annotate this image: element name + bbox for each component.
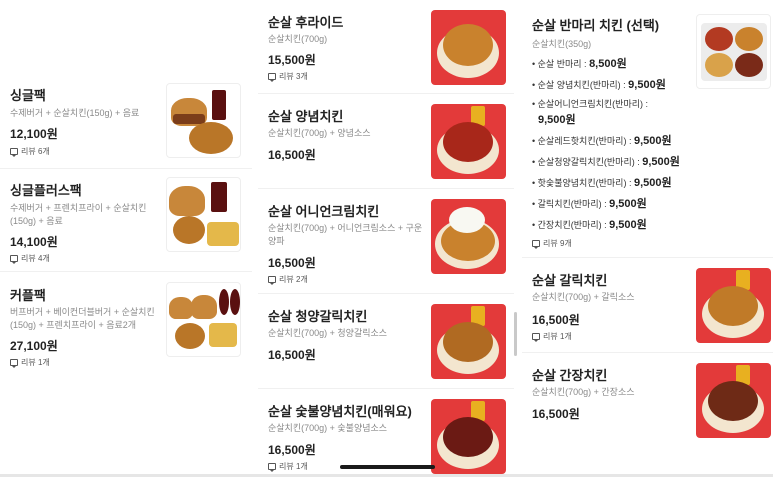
menu-item-price: 16,500원 [268,443,316,457]
menu-item-price: 12,100원 [10,127,58,141]
menu-item-desc: 순살치킨(700g) + 숯불양념소스 [268,423,388,433]
menu-item-desc: 순살치킨(700g) [268,34,328,44]
review-count[interactable]: 리뷰 6개 [10,146,50,157]
menu-item-desc: 수제버거 + 프렌치프라이 + 순살치킨(150g) + 음료 [10,203,147,226]
menu-item-price: 16,500원 [268,148,316,162]
menu-item-title: 순살 후라이드 [268,15,344,30]
menu-item-price: 14,100원 [10,235,58,249]
menu-item-onion-cream[interactable]: 순살 어니언크림치킨 순살치킨(700g) + 어니언크림소스 + 구운양파 1… [258,189,514,294]
option-line: • 순살 양념치킨(반마리) : 9,500원 [532,79,666,91]
comment-icon [268,463,276,472]
comment-icon [532,333,540,342]
review-count[interactable]: 리뷰 2개 [268,274,308,285]
menu-item-title: 순살 간장치킨 [532,368,608,383]
review-count[interactable]: 리뷰 9개 [532,238,572,249]
menu-item-garlic-cheongyang[interactable]: 순살 청양갈릭치킨 순살치킨(700g) + 청양갈릭소스 16,500원 [258,294,514,389]
menu-item-photo[interactable] [431,399,506,474]
menu-item-price: 27,100원 [10,339,58,353]
menu-item-photo[interactable] [431,104,506,179]
menu-item-title: 순살 갈릭치킨 [532,273,608,288]
menu-item-price: 16,500원 [268,348,316,362]
review-count[interactable]: 리뷰 3개 [268,71,308,82]
menu-item-desc: 순살치킨(700g) + 간장소스 [532,387,635,397]
menu-item-photo[interactable] [696,363,771,438]
menu-item-desc: 순살치킨(700g) + 갈릭소스 [532,292,635,302]
comment-icon [268,276,276,285]
menu-item-half-chicken[interactable]: 순살 반마리 치킨 (선택) 순살치킨(350g) • 순살 반마리 : 8,5… [522,0,773,258]
menu-item-desc: 버프버거 + 베이컨더블버거 + 순살치킨(150g) + 프렌치프라이 + 음… [10,307,155,330]
comment-icon [10,148,18,157]
option-line: • 순살 반마리 : 8,500원 [532,58,627,70]
menu-item-photo[interactable] [431,199,506,274]
menu-item-photo[interactable] [431,304,506,379]
menu-item-price: 16,500원 [532,407,580,421]
menu-item-desc: 순살치킨(700g) + 양념소스 [268,128,371,138]
menu-item-title: 커플팩 [10,288,46,303]
option-line-price: 9,500원 [538,114,576,126]
menu-item-price: 16,500원 [268,256,316,270]
review-count[interactable]: 리뷰 4개 [10,253,50,264]
menu-item-title: 순살 숯불양념치킨(매워요) [268,404,412,419]
menu-item-photo[interactable] [166,83,241,158]
menu-item-garlic[interactable]: 순살 갈릭치킨 순살치킨(700g) + 갈릭소스 16,500원 리뷰 1개 [522,258,773,353]
menu-item-desc: 순살치킨(700g) + 청양갈릭소스 [268,328,388,338]
menu-item-desc: 수제버거 + 순살치킨(150g) + 음료 [10,108,140,118]
review-count[interactable]: 리뷰 1개 [268,461,308,472]
menu-item-photo[interactable] [431,10,506,85]
option-line: • 순살청양갈릭치킨(반마리) : 9,500원 [532,156,680,168]
menu-item-price: 15,500원 [268,53,316,67]
review-count[interactable]: 리뷰 1개 [532,331,572,342]
option-line: • 갈릭치킨(반마리) : 9,500원 [532,198,647,210]
option-line: • 핫숯불양념치킨(반마리) : 9,500원 [532,177,672,189]
review-count[interactable]: 리뷰 1개 [10,357,50,368]
menu-item-photo[interactable] [696,14,771,89]
comment-icon [268,73,276,82]
menu-item-desc: 순살치킨(350g) [532,39,592,49]
menu-item-title: 순살 반마리 치킨 (선택) [532,18,660,33]
menu-item-title: 싱글플러스팩 [10,183,82,198]
home-indicator[interactable] [340,465,435,469]
option-line: • 순살어니언크림치킨(반마리) : [532,99,649,109]
menu-item-charcoal-spicy[interactable]: 순살 숯불양념치킨(매워요) 순살치킨(700g) + 숯불양념소스 16,50… [258,389,514,475]
menu-item-single-pack[interactable]: 싱글팩 수제버거 + 순살치킨(150g) + 음료 12,100원 리뷰 6개 [0,75,252,169]
comment-icon [10,359,18,368]
menu-item-desc: 순살치킨(700g) + 어니언크림소스 + 구운양파 [268,223,423,246]
menu-item-title: 순살 청양갈릭치킨 [268,309,368,324]
option-line: • 순살레드핫치킨(반마리) : 9,500원 [532,135,672,147]
menu-item-couple-pack[interactable]: 커플팩 버프버거 + 베이컨더블버거 + 순살치킨(150g) + 프렌치프라이… [0,272,252,372]
option-line: • 간장치킨(반마리) : 9,500원 [532,219,647,231]
menu-item-title: 싱글팩 [10,88,46,103]
menu-item-title: 순살 어니언크림치킨 [268,204,380,219]
menu-item-soy[interactable]: 순살 간장치킨 순살치킨(700g) + 간장소스 16,500원 [522,353,773,448]
menu-item-photo[interactable] [166,282,241,357]
menu-item-single-plus-pack[interactable]: 싱글플러스팩 수제버거 + 프렌치프라이 + 순살치킨(150g) + 음료 1… [0,169,252,272]
menu-item-sauce[interactable]: 순살 양념치킨 순살치킨(700g) + 양념소스 16,500원 [258,94,514,189]
menu-item-photo[interactable] [166,177,241,252]
comment-icon [10,255,18,264]
scrollbar-thumb[interactable] [514,312,517,356]
menu-item-price: 16,500원 [532,313,580,327]
menu-item-title: 순살 양념치킨 [268,109,344,124]
menu-item-photo[interactable] [696,268,771,343]
comment-icon [532,240,540,249]
menu-item-fried[interactable]: 순살 후라이드 순살치킨(700g) 15,500원 리뷰 3개 [258,0,514,94]
